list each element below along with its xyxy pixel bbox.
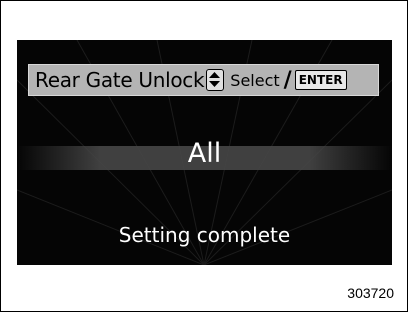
- setting-title: Rear Gate Unlock: [35, 68, 205, 92]
- select-label: Select: [230, 70, 280, 90]
- up-down-arrow-icon: [206, 69, 225, 91]
- status-message: Setting complete: [118, 223, 291, 247]
- separator: /: [283, 67, 292, 93]
- figure-number: 303720: [347, 285, 394, 301]
- selected-value[interactable]: All: [17, 138, 392, 169]
- enter-key-icon: ENTER: [294, 70, 347, 90]
- header-bar: Rear Gate Unlock Select / ENTER: [28, 64, 379, 96]
- display-screen: Rear Gate Unlock Select / ENTER All Sett…: [17, 40, 392, 265]
